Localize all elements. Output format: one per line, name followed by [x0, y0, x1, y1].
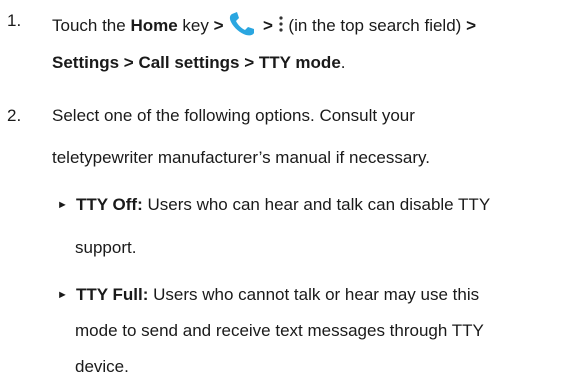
step-number: 1.: [7, 11, 22, 30]
bullet-icon: ►: [57, 199, 68, 211]
option-label: TTY Full:: [76, 285, 149, 304]
bullet-icon: ►: [57, 289, 68, 301]
step-1-line-2: Settings > Call settings > TTY mode.: [52, 53, 346, 73]
text: (in the top search field): [288, 15, 467, 35]
more-vert-icon: [278, 14, 284, 39]
call-settings-label: Call settings: [138, 53, 240, 72]
home-key-label: Home: [130, 15, 178, 35]
tty-mode-label: TTY mode: [258, 53, 341, 72]
option-tty-off-cont: support.: [75, 238, 137, 257]
separator: >: [239, 53, 259, 72]
option-tty-full-cont: mode to send and receive text messages t…: [75, 321, 484, 340]
text: Touch the: [52, 15, 131, 35]
option-tty-full-cont: device.: [75, 357, 129, 376]
separator: >: [263, 15, 273, 35]
option-tty-off: ► TTY Off: Users who can hear and talk ca…: [57, 195, 490, 215]
text: key: [177, 15, 214, 35]
separator: >: [213, 15, 224, 35]
settings-label: Settings: [52, 53, 120, 72]
separator: >: [119, 53, 139, 72]
step-2-line-2: teletypewriter manufacturer’s manual if …: [52, 148, 430, 167]
separator: >: [466, 15, 476, 35]
step-1-line-1: Touch the Home key > > (in the top searc…: [52, 11, 476, 42]
period: .: [340, 53, 346, 72]
phone-icon: [228, 11, 258, 42]
option-tty-full: ► TTY Full: Users who cannot talk or hear…: [57, 285, 479, 305]
step-number: 2.: [7, 106, 22, 125]
option-label: TTY Off:: [76, 195, 143, 214]
step-2-line-1: Select one of the following options. Con…: [52, 106, 415, 125]
option-text: Users who cannot talk or hear may use th…: [148, 285, 480, 304]
option-text: Users who can hear and talk can disable …: [142, 195, 491, 214]
